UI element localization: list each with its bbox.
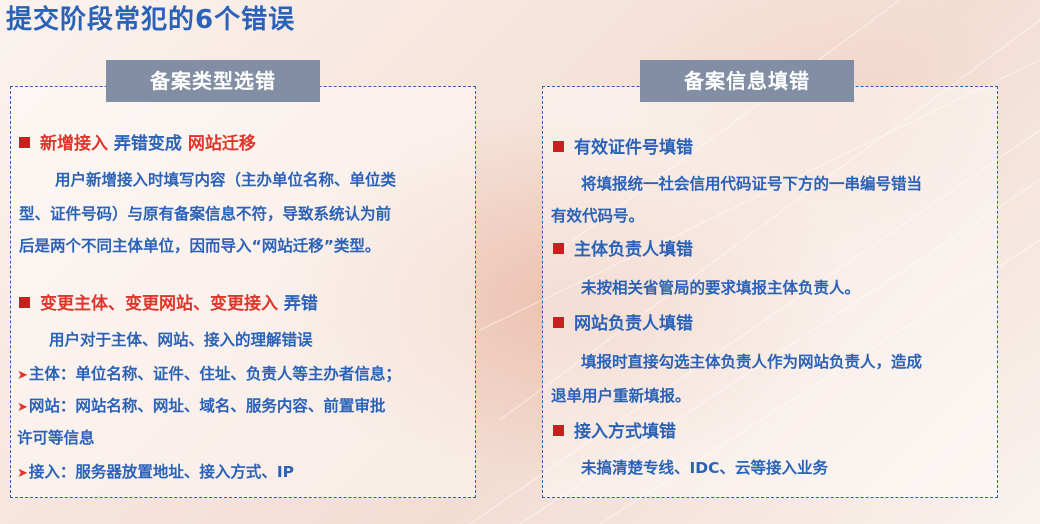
label-change-types: 变更主体、变更网站、变更接入 [40,294,278,314]
item-subject-leader-title: 主体负责人填错 [553,239,693,261]
item-id-number-title: 有效证件号填错 [553,137,693,159]
bullet-website-cont: 许可等信息 [17,429,95,447]
bullet-subject: ➤主体：单位名称、证件、住址、负责人等主办者信息； [17,363,401,387]
square-bullet-icon [553,141,564,152]
square-bullet-icon [553,425,564,436]
panel-record-info: 备案信息填错 有效证件号填错 将填报统一社会信用代码证号下方的一串编号错当 有效… [542,60,998,498]
arrow-bullet-icon: ➤ [17,368,28,383]
square-bullet-icon [553,243,564,254]
bullet-website-text: 网站：网站名称、网址、域名、服务内容、前置审批 [28,397,386,415]
error-change-type-title: 变更主体、变更网站、变更接入 弄错 [19,293,318,315]
label-mistaken-as: 弄错变成 [113,134,182,154]
item-id-number-desc-1: 将填报统一社会信用代码证号下方的一串编号错当 [581,175,923,193]
error-new-access-desc-2: 型、证件号码）与原有备案信息不符，导致系统认为前 [19,205,392,223]
error-new-access-desc-3: 后是两个不同主体单位，因而导入“网站迁移”类型。 [19,237,381,255]
item-subject-leader-desc-1: 未按相关省管局的要求填报主体负责人。 [581,279,861,297]
item-id-number-desc-2: 有效代码号。 [551,207,645,225]
panel-record-type: 备案类型选错 新增接入 弄错变成 网站迁移 用户新增接入时填写内容（主办单位名称… [10,60,476,498]
label-new-access: 新增接入 [40,134,108,154]
square-bullet-icon [19,137,30,148]
item-access-method-title: 接入方式填错 [553,421,676,443]
label-mistaken: 弄错 [283,294,318,314]
bullet-subject-text: 主体：单位名称、证件、住址、负责人等主办者信息； [28,365,401,383]
bullet-access: ➤接入：服务器放置地址、接入方式、IP [17,461,294,485]
error-new-access-desc-1: 用户新增接入时填写内容（主办单位名称、单位类 [55,171,397,189]
item-access-method-label: 接入方式填错 [574,422,676,442]
label-site-migration: 网站迁移 [187,134,256,154]
item-site-leader-label: 网站负责人填错 [574,314,693,334]
item-subject-leader-label: 主体负责人填错 [574,240,693,260]
error-new-access-title: 新增接入 弄错变成 网站迁移 [19,133,256,155]
error-change-type-intro: 用户对于主体、网站、接入的理解错误 [49,331,313,349]
item-access-method-desc-1: 未搞清楚专线、IDC、云等接入业务 [581,459,829,477]
bullet-access-text: 接入：服务器放置地址、接入方式、IP [28,463,295,481]
bullet-website: ➤网站：网站名称、网址、域名、服务内容、前置审批 [17,395,385,419]
item-id-number-label: 有效证件号填错 [574,138,693,158]
arrow-bullet-icon: ➤ [17,466,28,481]
square-bullet-icon [19,297,30,308]
square-bullet-icon [553,317,564,328]
panel-header-record-info: 备案信息填错 [640,60,854,102]
arrow-bullet-icon: ➤ [17,400,28,415]
item-site-leader-desc-1: 填报时直接勾选主体负责人作为网站负责人，造成 [581,353,923,371]
panel-header-record-type: 备案类型选错 [106,60,320,102]
item-site-leader-desc-2: 退单用户重新填报。 [551,387,691,405]
item-site-leader-title: 网站负责人填错 [553,313,693,335]
page-title: 提交阶段常犯的6个错误 [6,5,296,35]
